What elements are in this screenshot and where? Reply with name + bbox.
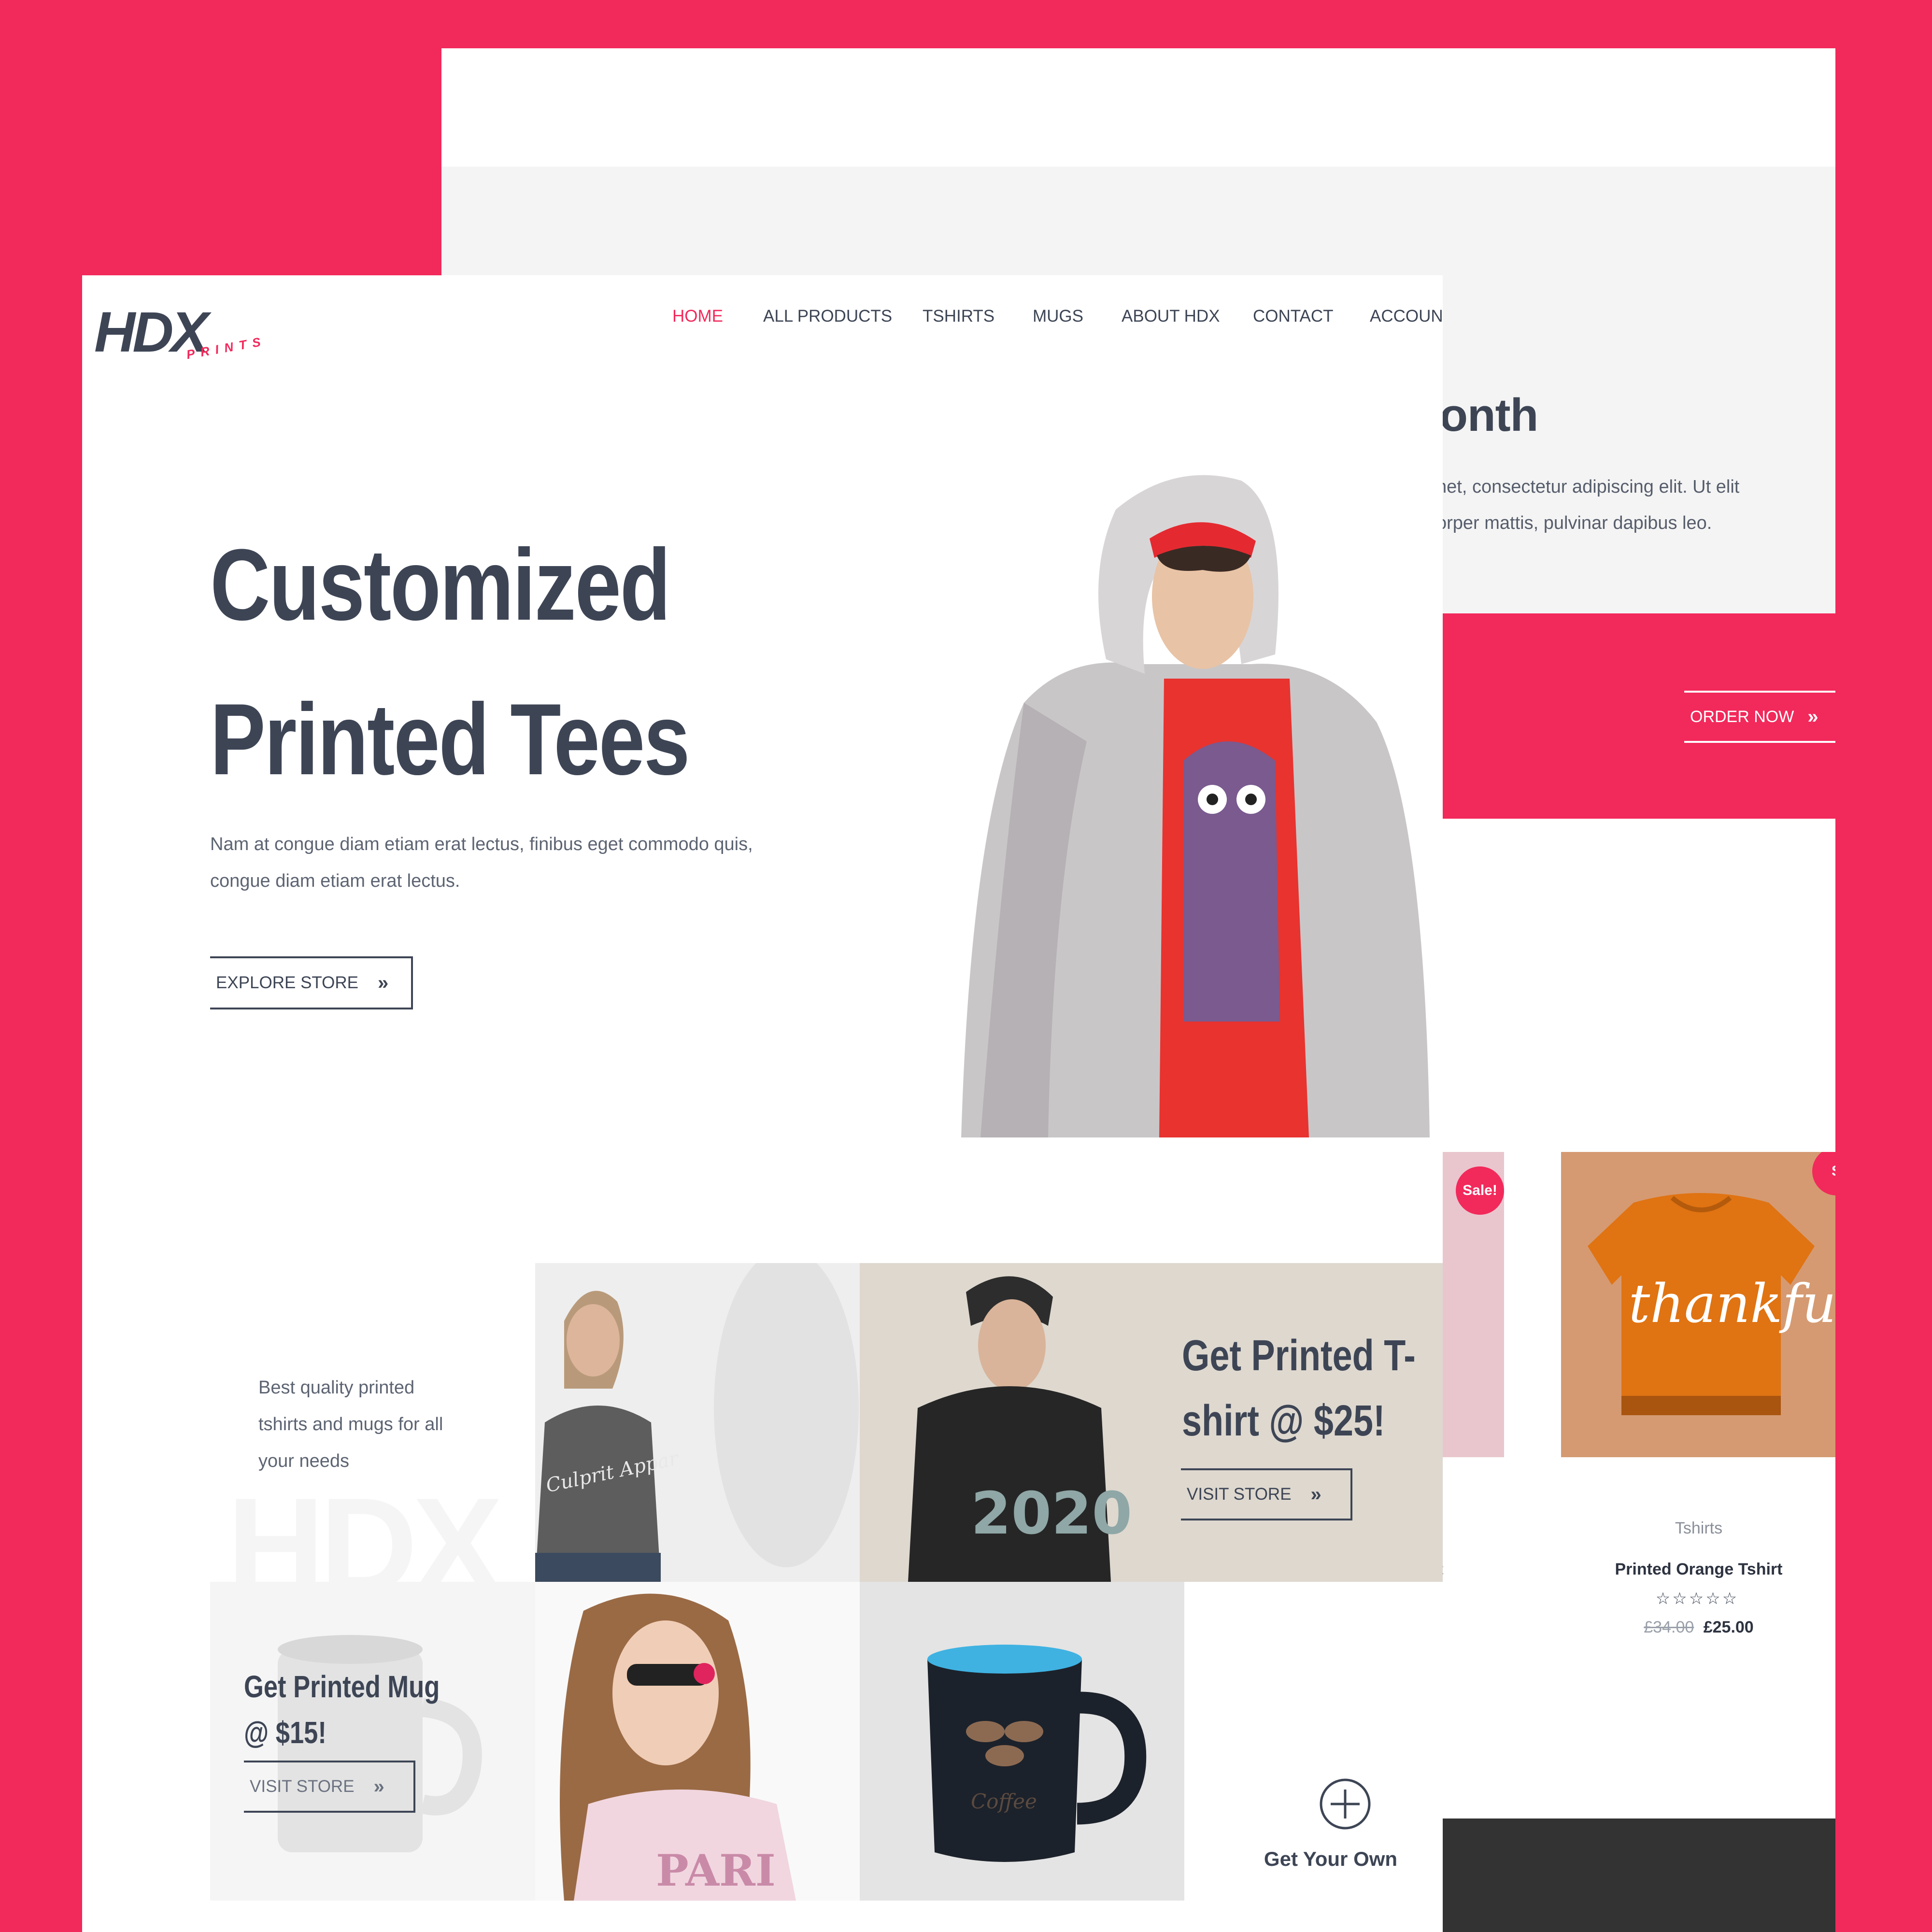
- front-page-preview: HDX PRINTS HOME ALL PRODUCTS TSHIRTS MUG…: [82, 275, 1443, 1932]
- mug-promo-title-line: @ $15!: [244, 1715, 327, 1750]
- hero-paragraph-line: congue diam etiam erat lectus.: [210, 871, 460, 891]
- intro-line: tshirts and mugs for all: [258, 1414, 443, 1435]
- order-now-button[interactable]: ORDER NOW »: [1684, 691, 1835, 743]
- double-chevron-right-icon: »: [1807, 706, 1818, 727]
- tshirt-promo-title-line: shirt @ $25!: [1182, 1397, 1385, 1445]
- mug-print-text: Coffee: [971, 1790, 1037, 1813]
- intro-line: your needs: [258, 1451, 350, 1471]
- order-now-label: ORDER NOW: [1690, 707, 1794, 726]
- back-paragraph-line: net, consectetur adipiscing elit. Ut eli…: [1436, 477, 1740, 497]
- woman-grey-shirt-tile[interactable]: Culprit Appar: [535, 1263, 860, 1582]
- hero-paragraph: Nam at congue diam etiam erat lectus, fi…: [210, 826, 838, 899]
- rating-stars: ☆☆☆☆☆: [1655, 1590, 1739, 1608]
- hero-model-image: [961, 475, 1430, 1137]
- nav-all-products[interactable]: ALL PRODUCTS: [763, 307, 892, 326]
- sale-price: £25.00: [1703, 1618, 1754, 1636]
- double-chevron-right-icon: »: [1310, 1483, 1321, 1505]
- product-card-orange[interactable]: thankful S: [1561, 1152, 1835, 1457]
- add-circle-icon[interactable]: [1319, 1777, 1372, 1831]
- hero-title-line-1: Customized: [210, 528, 671, 641]
- tshirt-promo-title-line: Get Printed T-: [1182, 1332, 1416, 1380]
- man-black-shirt-image: 2020: [908, 1276, 1132, 1582]
- double-chevron-right-icon: »: [373, 1776, 384, 1797]
- nav-contact[interactable]: CONTACT: [1253, 307, 1334, 326]
- visit-store-label: VISIT STORE: [1187, 1485, 1292, 1504]
- product-category: Tshirts: [1675, 1519, 1723, 1537]
- svg-text:2020: 2020: [971, 1480, 1132, 1548]
- back-paragraph-line: orper mattis, pulvinar dapibus leo.: [1436, 513, 1712, 533]
- product-price: £34.00 £25.00: [1561, 1618, 1835, 1637]
- old-price: £34.00: [1644, 1618, 1694, 1636]
- get-your-own-label[interactable]: Get Your Own: [1241, 1847, 1420, 1871]
- explore-store-button[interactable]: EXPLORE STORE »: [210, 956, 413, 1009]
- mug-promo-tile[interactable]: Get Printed Mug @ $15!: [210, 1582, 535, 1901]
- sale-badge: Sale!: [1456, 1166, 1504, 1215]
- visit-store-button[interactable]: VISIT STORE »: [244, 1761, 415, 1813]
- intro-line: Best quality printed: [258, 1378, 415, 1398]
- visit-store-button[interactable]: VISIT STORE »: [1181, 1468, 1352, 1520]
- black-coffee-mug-image: [927, 1645, 1147, 1862]
- nav-about[interactable]: ABOUT HDX: [1122, 307, 1220, 326]
- double-chevron-right-icon: »: [378, 972, 389, 994]
- mug-promo-title-line: Get Printed Mug: [244, 1669, 440, 1704]
- woman-grey-shirt-image: [535, 1263, 860, 1582]
- hdx-logo[interactable]: HDX PRINTS: [94, 283, 268, 367]
- woman-lollipop-tile[interactable]: PARI: [535, 1582, 860, 1901]
- product-name[interactable]: Printed Orange Tshirt: [1561, 1560, 1835, 1579]
- hero-paragraph-line: Nam at congue diam etiam erat lectus, fi…: [210, 834, 753, 854]
- shirt-print-text: PARI: [656, 1845, 776, 1896]
- visit-store-label: VISIT STORE: [250, 1777, 355, 1796]
- explore-store-label: EXPLORE STORE: [216, 973, 359, 992]
- nav-mugs[interactable]: MUGS: [1033, 307, 1083, 326]
- nav-tshirts[interactable]: TSHIRTS: [923, 307, 994, 326]
- orange-shirt-print: thankful: [1629, 1273, 1835, 1335]
- tshirt-promo-tile[interactable]: 2020 Get Printed T- shirt @ $25!: [860, 1263, 1443, 1582]
- sale-badge: S: [1812, 1152, 1835, 1195]
- nav-account[interactable]: ACCOUNT: [1370, 307, 1443, 326]
- nav-home[interactable]: HOME: [672, 307, 723, 326]
- hero-title-line-2: Printed Tees: [210, 682, 690, 796]
- intro-text: Best quality printed tshirts and mugs fo…: [258, 1369, 481, 1479]
- coffee-mug-tile[interactable]: Coffee: [860, 1582, 1184, 1901]
